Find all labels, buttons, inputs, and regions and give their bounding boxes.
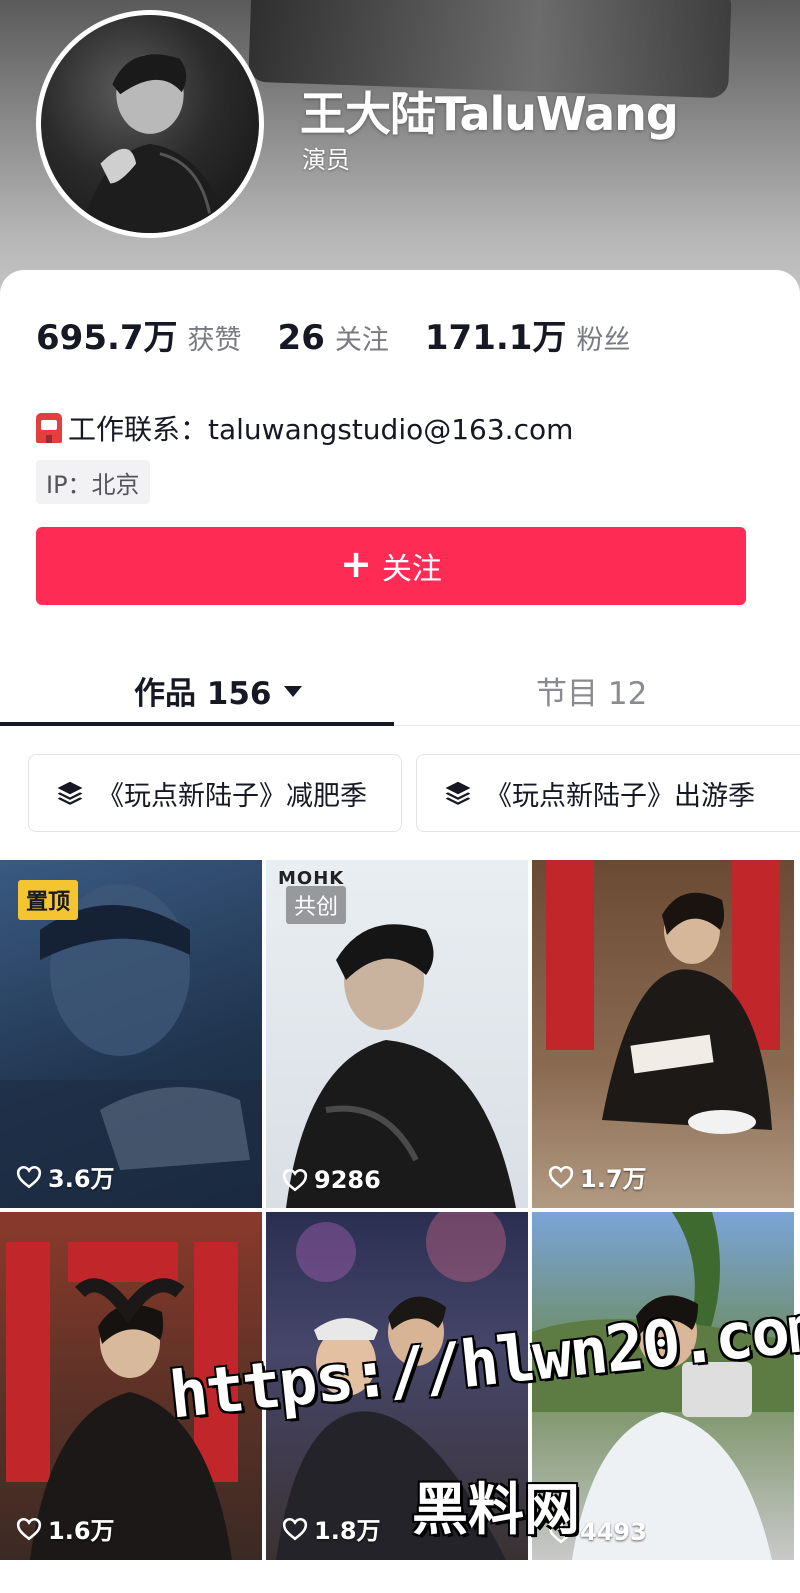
likes-label[interactable]: 获赞: [188, 318, 242, 357]
profile-role: 演员: [302, 146, 350, 174]
heart-icon: [548, 1520, 574, 1544]
heart-icon: [16, 1165, 42, 1188]
ip-location-text: IP：北京: [46, 470, 140, 499]
video-likes-count: 1.7万: [580, 1165, 647, 1193]
stats-row: 695.7万 获赞 26 关注 171.1万 粉丝: [36, 310, 666, 359]
video-likes: 1.8万: [282, 1511, 381, 1546]
tab-shows[interactable]: 节目 12: [536, 668, 647, 713]
display-name: 王大陆TaluWang: [300, 87, 679, 141]
video-thumbnail[interactable]: 1.8万: [266, 1212, 528, 1560]
followers-count[interactable]: 171.1万: [425, 310, 567, 359]
active-tab-indicator: [0, 722, 394, 726]
collections-row: 《玩点新陆子》减肥季 《玩点新陆子》出游季: [28, 754, 800, 832]
video-thumbnail[interactable]: 置顶 3.6万: [0, 860, 262, 1208]
likes-count[interactable]: 695.7万: [36, 310, 178, 359]
heart-icon: [548, 1165, 574, 1188]
following-count[interactable]: 26: [278, 318, 325, 358]
tab-works-label: 作品 156: [134, 676, 272, 712]
heart-icon: [282, 1168, 308, 1192]
layers-icon: [445, 781, 471, 805]
follow-button[interactable]: + 关注: [36, 527, 746, 605]
video-likes: 1.6万: [16, 1511, 115, 1546]
video-thumbnail-image: [532, 1212, 794, 1560]
heart-icon: [16, 1517, 42, 1540]
tab-works[interactable]: 作品 156: [134, 668, 302, 713]
video-likes: 3.6万: [16, 1159, 115, 1194]
video-likes: 9286: [282, 1166, 381, 1194]
collection-chip[interactable]: 《玩点新陆子》出游季: [416, 754, 800, 832]
video-likes: 1.7万: [548, 1159, 647, 1194]
video-thumbnail[interactable]: 1.7万: [532, 860, 794, 1208]
video-likes-count: 4493: [580, 1518, 647, 1546]
collab-badge: 共创: [286, 886, 347, 924]
collection-chip[interactable]: 《玩点新陆子》减肥季: [28, 754, 402, 832]
video-thumbnail[interactable]: 4493: [532, 1212, 794, 1560]
video-thumbnail[interactable]: 1.6万: [0, 1212, 262, 1560]
heart-icon: [282, 1517, 308, 1540]
video-likes: 4493: [548, 1518, 647, 1546]
layers-icon: [57, 781, 83, 805]
tab-shows-label: 节目 12: [536, 676, 648, 712]
video-thumbnail-image: [532, 860, 794, 1208]
content-tabs: 作品 156 节目 12: [0, 640, 800, 726]
pinned-badge: 置顶: [18, 880, 79, 920]
followers-label[interactable]: 粉丝: [576, 318, 630, 357]
following-label[interactable]: 关注: [335, 318, 389, 357]
avatar-image: [80, 54, 230, 233]
caret-down-icon[interactable]: [283, 686, 302, 697]
video-thumbnail[interactable]: MOHK 共创 9286: [266, 860, 528, 1208]
contact-text: 工作联系：taluwangstudio@163.com: [68, 413, 574, 446]
video-likes-count: 9286: [314, 1166, 381, 1194]
video-likes-count: 1.8万: [314, 1517, 381, 1545]
mailbox-icon: [36, 413, 62, 443]
video-likes-count: 3.6万: [48, 1165, 115, 1193]
plus-icon: +: [340, 542, 372, 586]
video-thumbnail-image: [266, 1212, 528, 1560]
avatar[interactable]: [36, 10, 264, 238]
video-grid: 置顶 3.6万 MOHK 共创 9286 1.7万 1.6万 1.8万 4493: [0, 860, 800, 1593]
follow-button-label: 关注: [381, 552, 442, 587]
collection-label: 《玩点新陆子》出游季: [485, 780, 755, 812]
video-likes-count: 1.6万: [48, 1517, 115, 1545]
contact-line: 工作联系：taluwangstudio@163.com: [36, 408, 573, 448]
ip-location-badge: IP：北京: [36, 460, 150, 504]
collection-label: 《玩点新陆子》减肥季: [97, 780, 367, 812]
profile-card: 695.7万 获赞 26 关注 171.1万 粉丝 工作联系：taluwangs…: [0, 270, 800, 1593]
video-thumbnail-image: [0, 1212, 262, 1560]
